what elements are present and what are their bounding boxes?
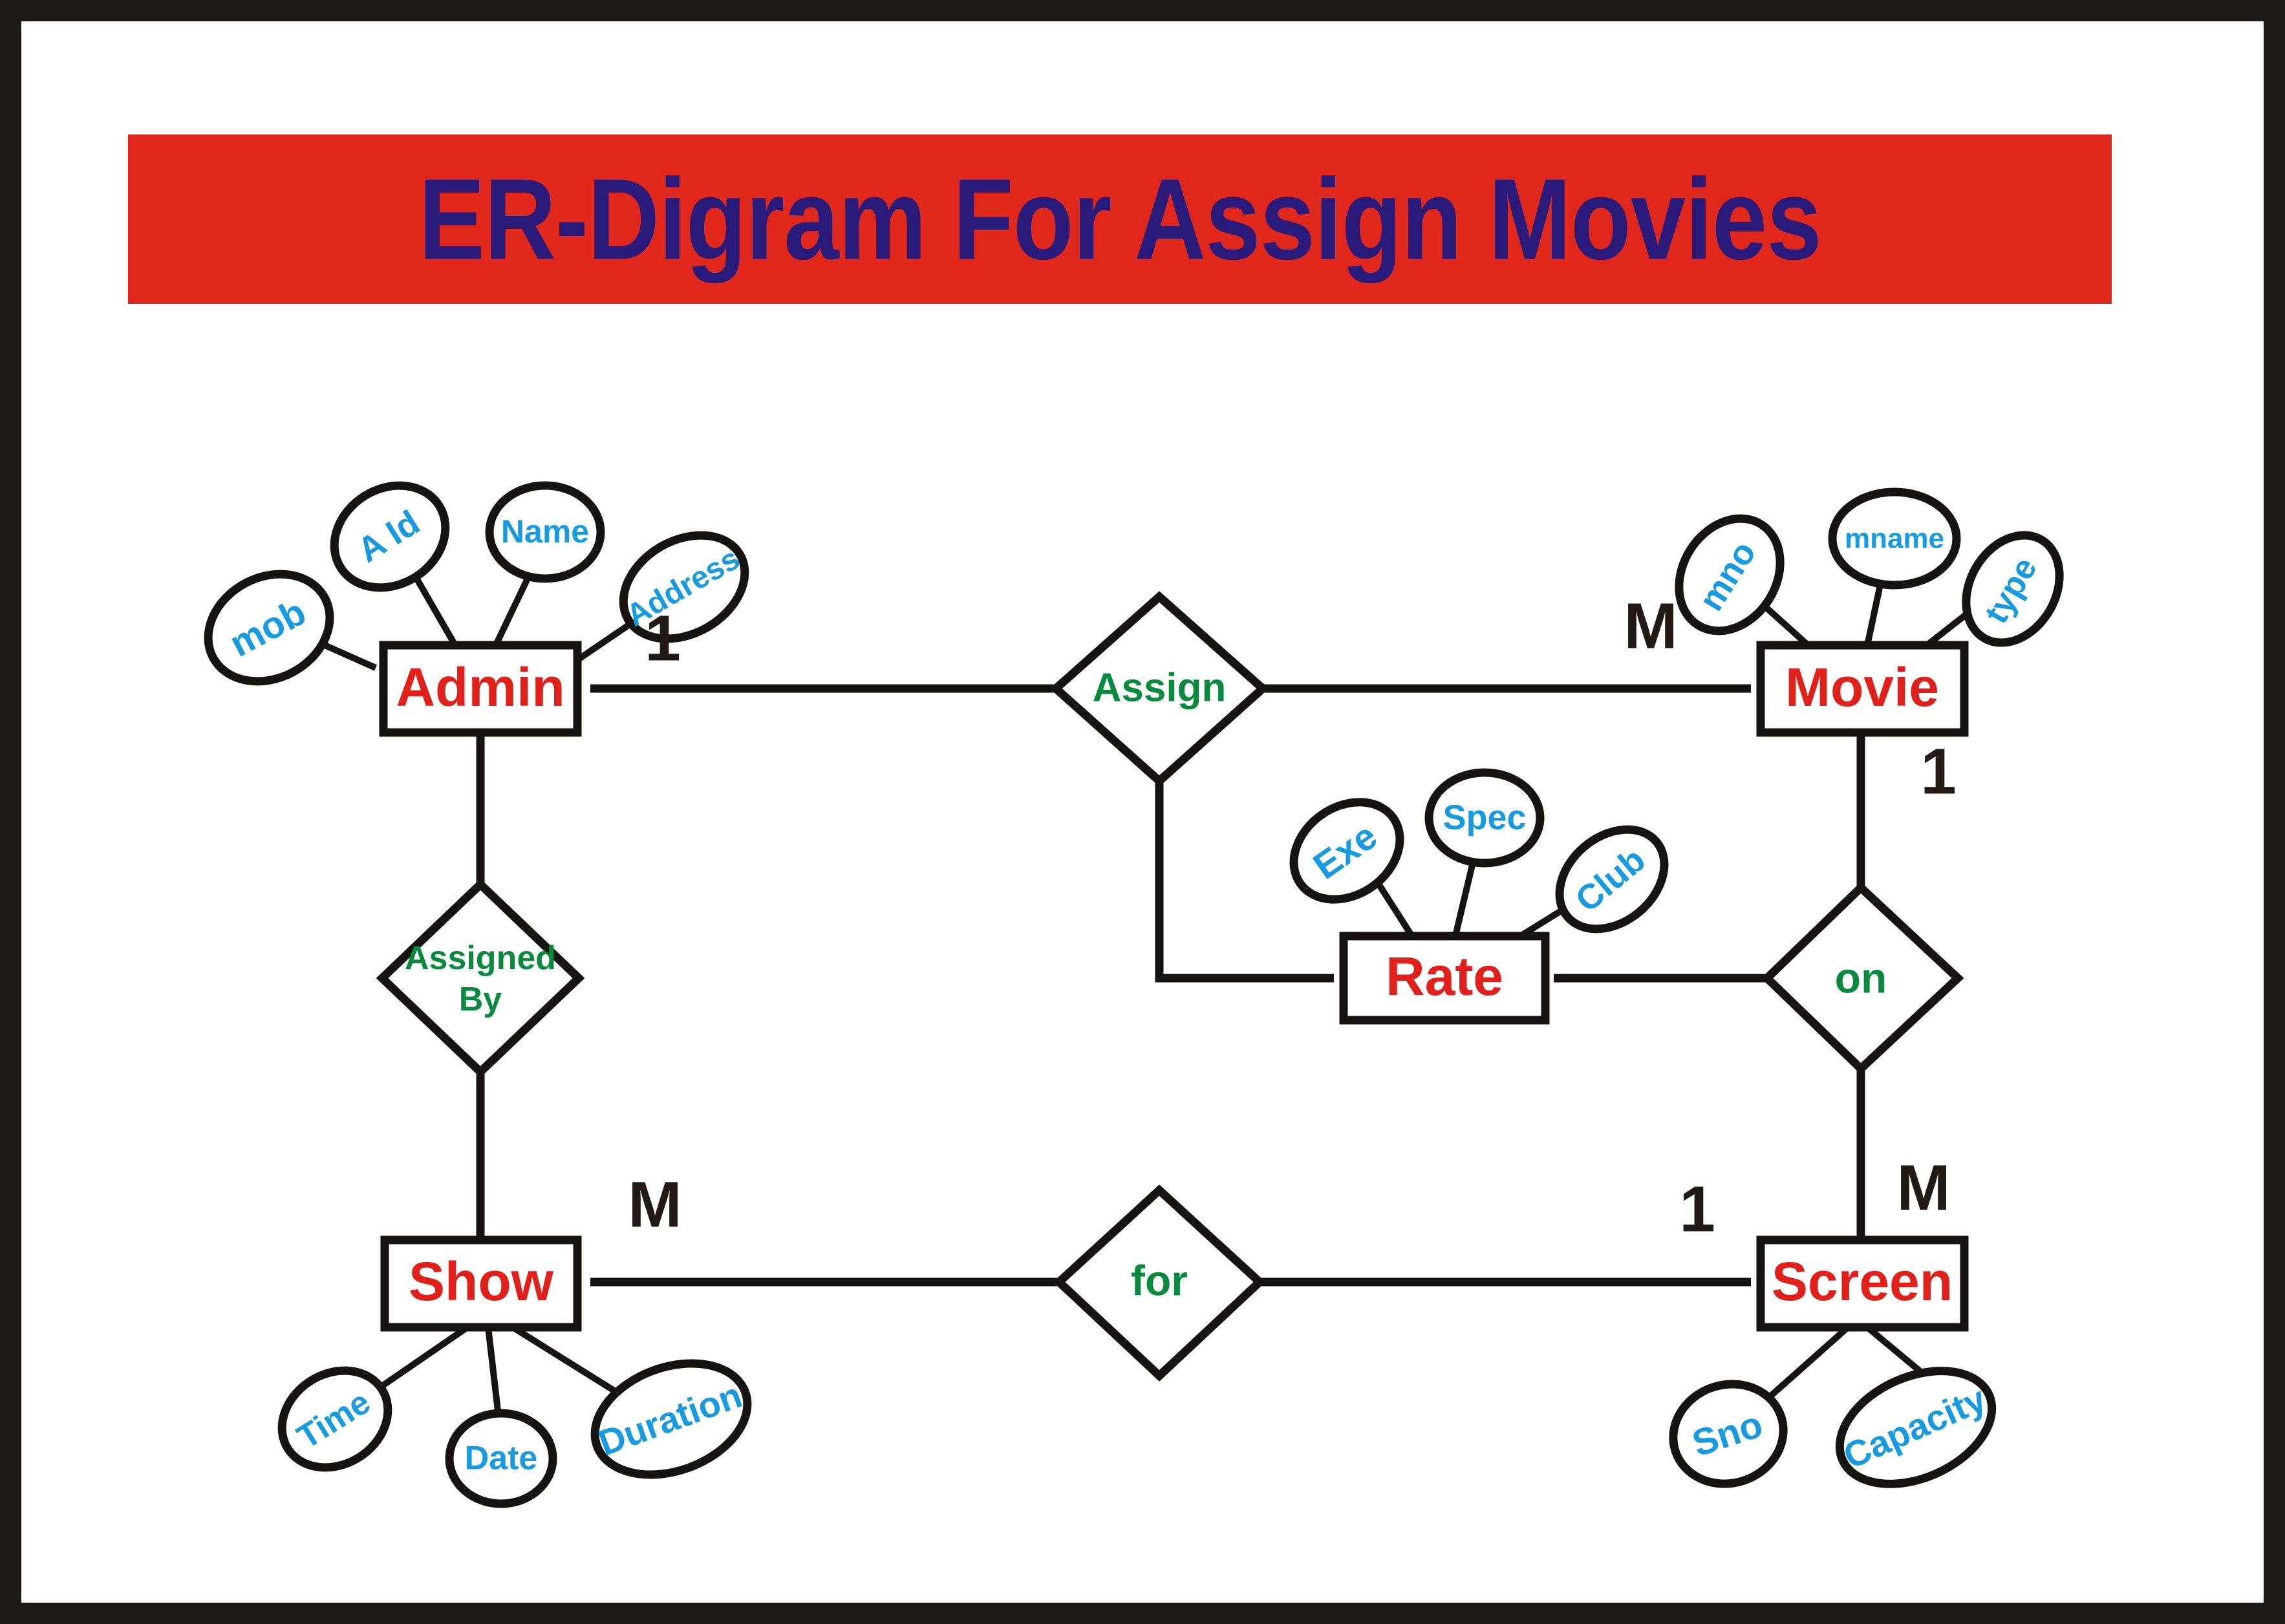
assigned-by-line-2: By: [459, 981, 502, 1018]
entity-rate-label: Rate: [1386, 946, 1503, 1007]
relationship-assign-label: Assign: [1093, 665, 1227, 710]
attribute-name[interactable]: Name: [485, 481, 605, 583]
attribute-exe[interactable]: Exe: [1275, 782, 1419, 919]
cardinality-movie-on: 1: [1920, 735, 1957, 807]
relationship-assign[interactable]: Assign: [1049, 591, 1269, 787]
relationship-for[interactable]: for: [1053, 1184, 1266, 1382]
attribute-duration[interactable]: Duration: [579, 1343, 763, 1495]
entity-admin[interactable]: Admin: [379, 641, 582, 737]
attribute-spec[interactable]: Spec: [1424, 768, 1545, 868]
attribute-mname-label: mname: [1845, 523, 1944, 555]
attr-link-sno: [1758, 1325, 1851, 1407]
attribute-mob[interactable]: mob: [189, 553, 349, 702]
entity-rate[interactable]: Rate: [1339, 932, 1550, 1025]
entity-movie-label: Movie: [1785, 657, 1939, 718]
entity-screen[interactable]: Screen: [1756, 1235, 1969, 1332]
cardinality-on-screen: M: [1896, 1151, 1950, 1224]
attribute-mname[interactable]: mname: [1828, 487, 1961, 590]
entity-show-label: Show: [409, 1251, 554, 1312]
relationship-for-label: for: [1131, 1256, 1188, 1304]
cardinality-admin-assign: 1: [645, 602, 681, 674]
connection-lines: [476, 684, 1865, 1287]
cardinality-for-screen: 1: [1679, 1173, 1715, 1245]
attribute-address[interactable]: Address: [605, 515, 763, 660]
attribute-club[interactable]: Club: [1540, 809, 1684, 950]
image-frame: ER-Digram For Assign Movies Admin Movie …: [0, 0, 2285, 1624]
attribute-mno[interactable]: mno: [1658, 500, 1801, 650]
entity-movie[interactable]: Movie: [1756, 641, 1969, 737]
relationship-assigned-by-label2: By: [459, 981, 502, 1018]
attribute-date[interactable]: Date: [445, 1409, 557, 1508]
attribute-type[interactable]: type: [1947, 518, 2078, 659]
attribute-a-id[interactable]: A Id: [315, 465, 464, 608]
attribute-date-label: Date: [465, 1440, 538, 1477]
er-diagram: Admin Movie Rate Show Screen Assign Assi…: [189, 465, 2078, 1508]
entity-show[interactable]: Show: [380, 1235, 582, 1332]
attribute-time[interactable]: Time: [264, 1351, 406, 1487]
entity-admin-label: Admin: [396, 657, 564, 718]
cardinality-show-for: M: [628, 1168, 681, 1241]
entity-screen-label: Screen: [1772, 1251, 1953, 1312]
assigned-by-line-1: Assigned: [405, 939, 556, 977]
attribute-spec-label: Spec: [1443, 798, 1526, 837]
relationship-on-label: on: [1835, 954, 1887, 1001]
attribute-capacity[interactable]: Capacity: [1822, 1349, 2010, 1506]
attribute-name-label: Name: [501, 513, 589, 550]
relationship-on[interactable]: on: [1761, 882, 1964, 1074]
relationship-assigned-by-label: Assigned: [405, 939, 556, 977]
cardinality-assign-movie: M: [1624, 590, 1677, 662]
diagram-canvas: ER-Digram For Assign Movies Admin Movie …: [21, 21, 2264, 1603]
attr-link-duration: [511, 1324, 618, 1395]
relationship-assigned-by[interactable]: Assigned By: [376, 879, 585, 1078]
relationship-assigned-by-diamond[interactable]: [376, 879, 585, 1078]
